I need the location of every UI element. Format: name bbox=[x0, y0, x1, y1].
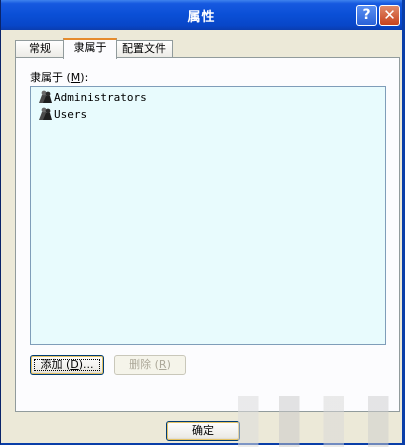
help-icon: ? bbox=[362, 7, 371, 23]
member-of-panel: 隶属于 (M): Administrators Users 添加 (D)... … bbox=[15, 57, 400, 412]
ok-button[interactable]: 确定 bbox=[166, 421, 240, 441]
close-icon: ✕ bbox=[383, 6, 396, 24]
tab-member-of[interactable]: 隶属于 bbox=[63, 38, 117, 59]
member-of-list[interactable]: Administrators Users bbox=[30, 86, 386, 345]
add-button[interactable]: 添加 (D)... bbox=[30, 355, 104, 375]
close-button[interactable]: ✕ bbox=[379, 5, 400, 26]
list-item[interactable]: Users bbox=[37, 107, 87, 123]
list-item[interactable]: Administrators bbox=[37, 90, 147, 106]
member-of-label: 隶属于 (M): bbox=[30, 71, 89, 84]
help-button[interactable]: ? bbox=[356, 5, 377, 26]
tab-profile[interactable]: 配置文件 bbox=[115, 40, 173, 57]
user-group-icon bbox=[39, 107, 52, 120]
user-group-icon bbox=[39, 90, 52, 103]
remove-button[interactable]: 删除 (R) bbox=[114, 355, 186, 375]
title-bar[interactable]: 属性 ? ✕ bbox=[1, 0, 402, 30]
group-name: Users bbox=[54, 108, 88, 121]
add-button-label: 添加 (D)... bbox=[40, 358, 94, 371]
remove-button-label: 删除 (R) bbox=[129, 358, 171, 371]
window-title: 属性 bbox=[187, 10, 216, 25]
tab-general[interactable]: 常规 bbox=[15, 40, 65, 57]
properties-dialog: 属性 ? ✕ 常规 隶属于 配置文件 隶属于 (M): Administrato… bbox=[0, 0, 405, 445]
group-name: Administrators bbox=[54, 91, 147, 104]
